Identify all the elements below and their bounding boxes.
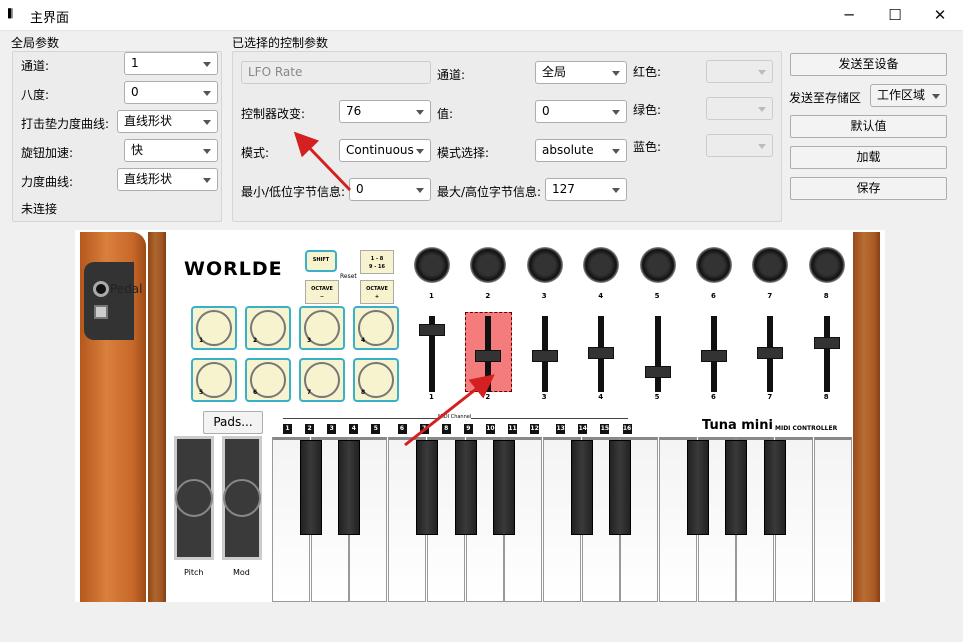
arrow-to-fader <box>404 374 495 447</box>
arrow-to-cc <box>293 131 352 192</box>
annotation-arrows <box>293 131 495 447</box>
